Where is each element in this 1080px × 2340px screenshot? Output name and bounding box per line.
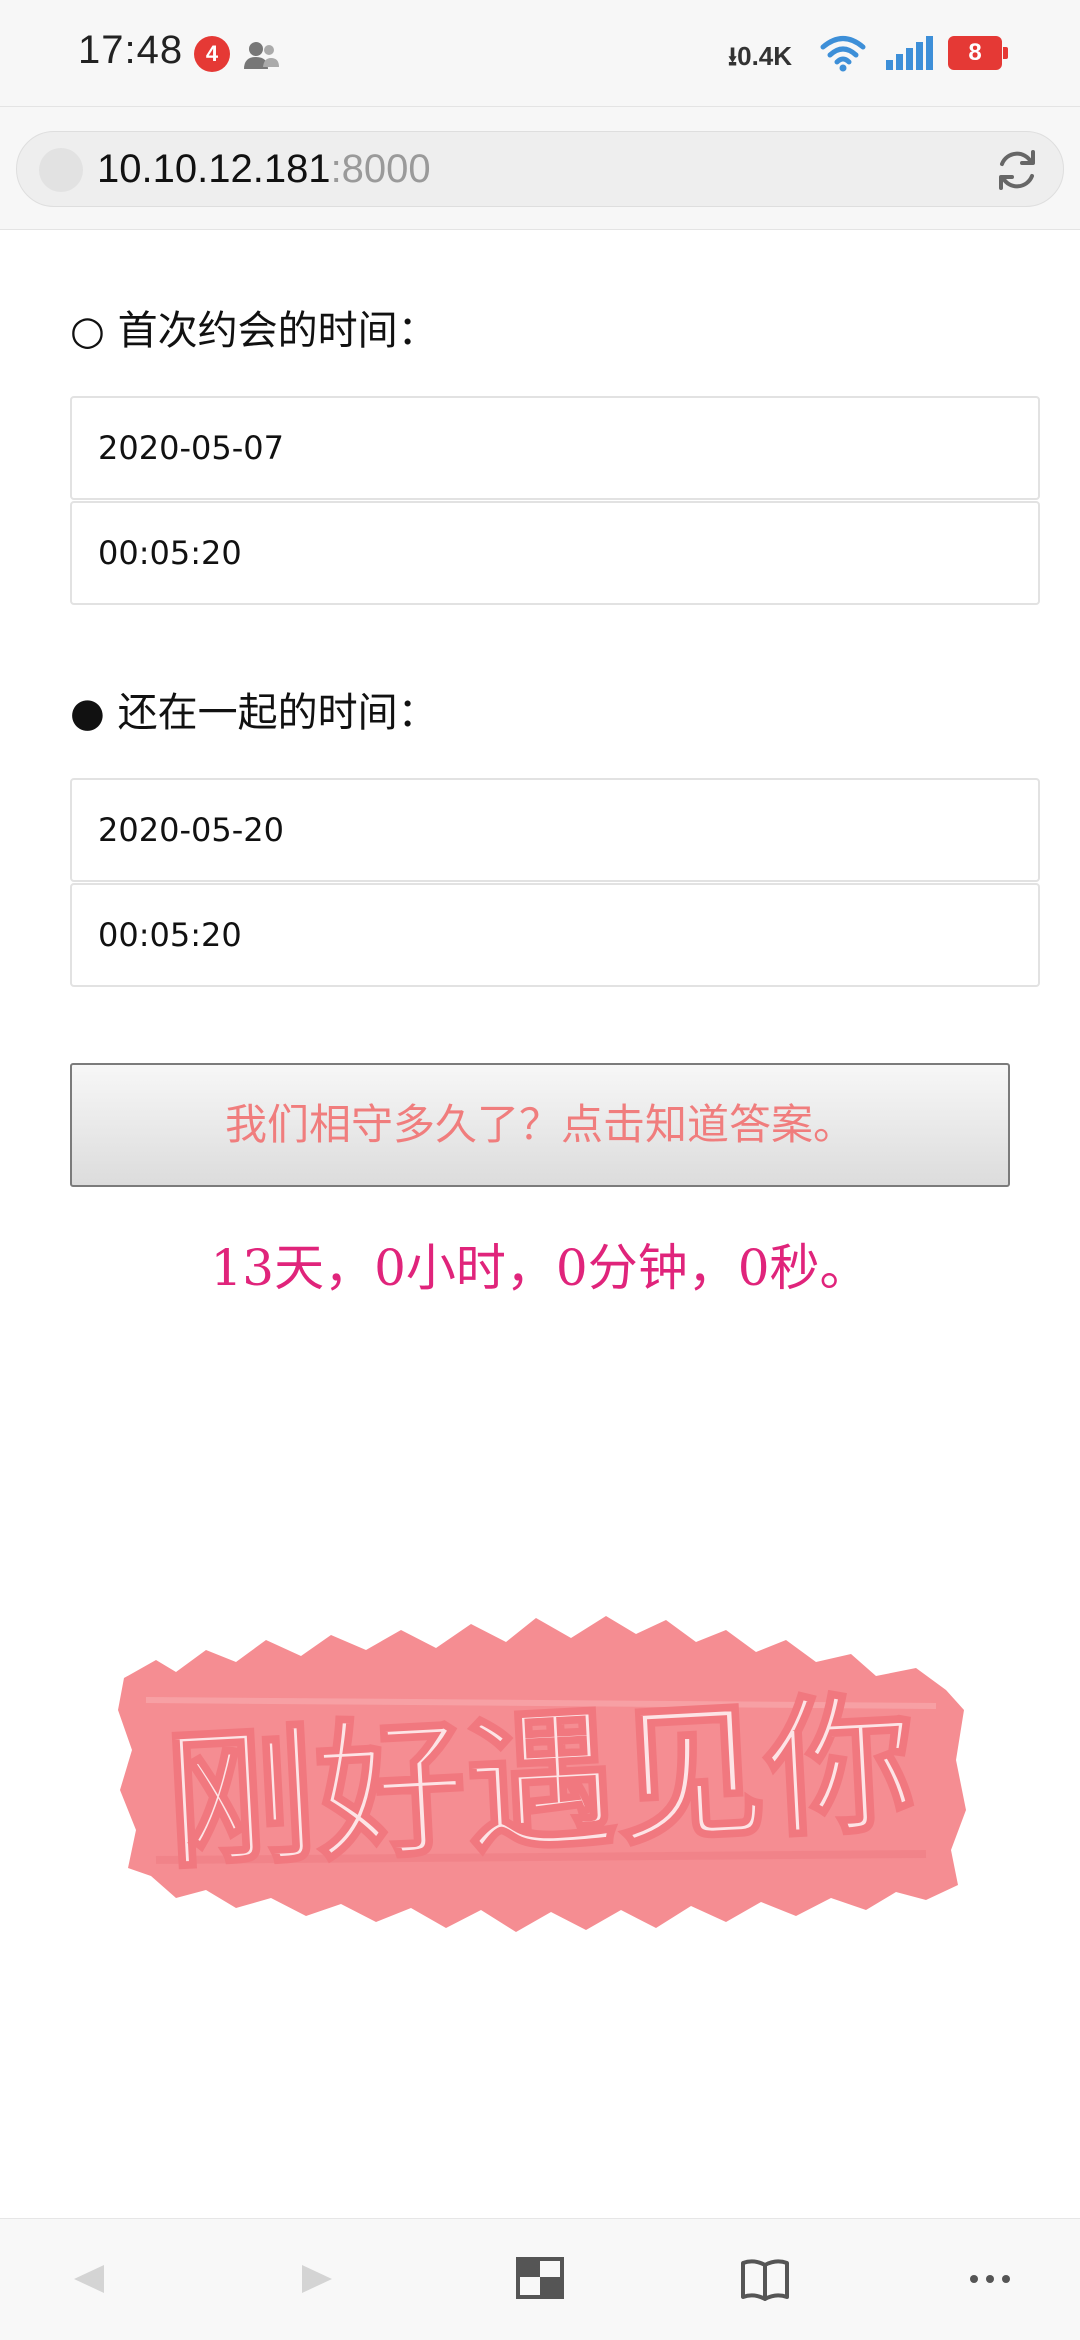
more-icon[interactable] bbox=[960, 2249, 1020, 2309]
signal-icon bbox=[886, 36, 933, 70]
forward-arrow-icon[interactable] bbox=[286, 2249, 346, 2309]
banner-image: 刚好遇见你 bbox=[118, 1616, 966, 1932]
result-text: 13天，0小时，0分钟，0秒。 bbox=[210, 1239, 870, 1297]
first-date-input[interactable]: 2020-05-07 bbox=[70, 396, 1040, 500]
users-icon bbox=[244, 42, 279, 69]
address-bar[interactable]: 10.10.12.181:8000 bbox=[16, 131, 1064, 207]
notification-badge: 4 bbox=[194, 36, 230, 72]
url-text: 10.10.12.181:8000 bbox=[97, 147, 431, 192]
url-host: 10.10.12.181 bbox=[97, 147, 331, 191]
together-time-input[interactable]: 00:05:20 bbox=[70, 883, 1040, 987]
status-time: 17:48 bbox=[78, 28, 184, 72]
back-arrow-icon[interactable] bbox=[60, 2249, 120, 2309]
network-speed-value: 0.4K bbox=[737, 41, 793, 71]
first-date-label: ○ 首次约会的时间： bbox=[70, 308, 438, 354]
calculate-button[interactable]: 我们相守多久了？点击知道答案。 bbox=[70, 1063, 1010, 1187]
wifi-icon bbox=[820, 36, 866, 72]
first-time-input[interactable]: 00:05:20 bbox=[70, 501, 1040, 605]
bottom-navigation bbox=[0, 2218, 1080, 2340]
globe-icon bbox=[39, 148, 83, 192]
battery-icon: 8 bbox=[948, 36, 1008, 70]
together-label: ● 还在一起的时间： bbox=[70, 690, 438, 736]
status-bar: 17:48 4 ⭳0.4K 8 bbox=[0, 0, 1080, 106]
browser-toolbar: 10.10.12.181:8000 bbox=[0, 106, 1080, 230]
together-date-input[interactable]: 2020-05-20 bbox=[70, 778, 1040, 882]
reload-icon[interactable] bbox=[993, 146, 1041, 194]
network-speed: ⭳0.4K bbox=[728, 41, 793, 71]
url-port: :8000 bbox=[330, 147, 431, 191]
bookmarks-icon[interactable] bbox=[735, 2249, 795, 2309]
tabs-icon[interactable] bbox=[510, 2249, 570, 2309]
